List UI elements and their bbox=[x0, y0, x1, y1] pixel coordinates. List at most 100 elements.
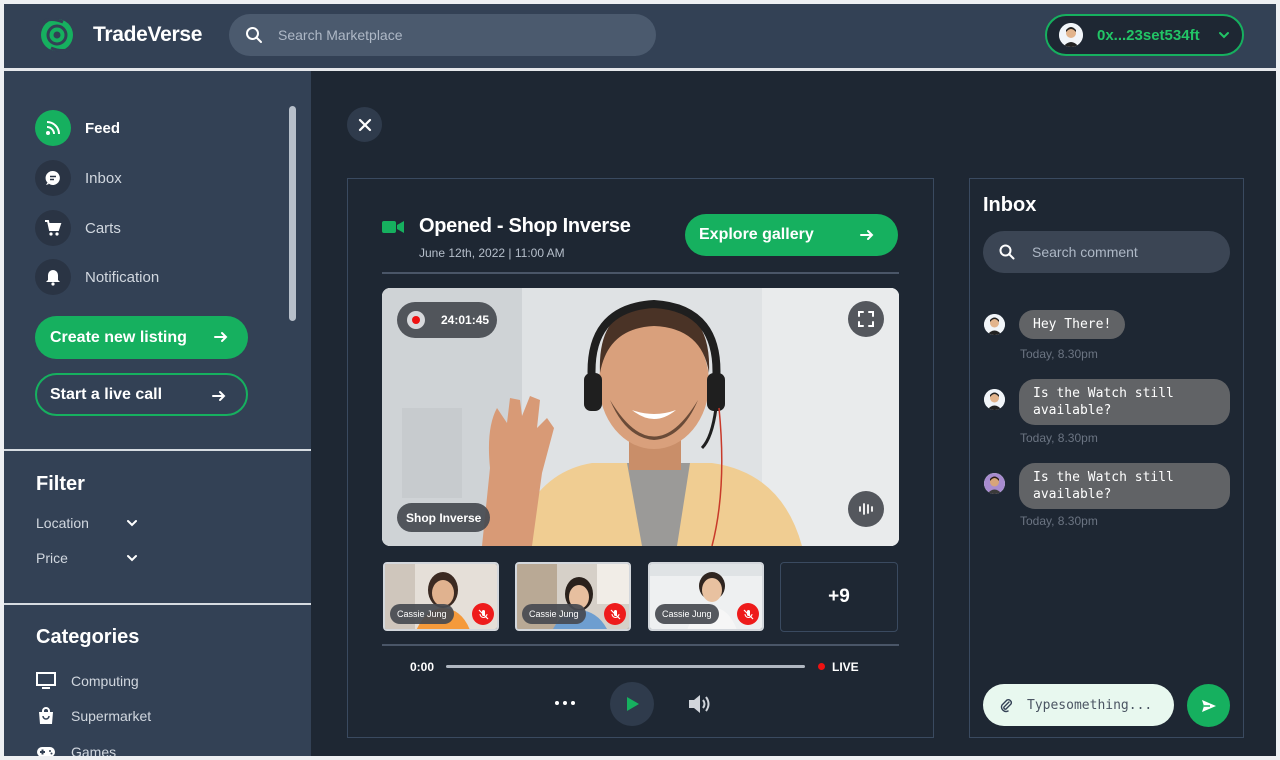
avatar bbox=[984, 389, 1005, 410]
category-computing[interactable]: Computing bbox=[36, 671, 139, 691]
play-button[interactable] bbox=[610, 682, 654, 726]
top-header: TradeVerse 0x...23set534ft bbox=[4, 4, 1276, 68]
participant-name: Cassie Jung bbox=[655, 604, 719, 624]
sidebar-divider bbox=[4, 449, 311, 451]
message-bubble: Is the Watch still available? bbox=[1019, 379, 1230, 425]
sidebar-divider bbox=[4, 603, 311, 605]
chat-icon bbox=[35, 160, 71, 196]
host-name-label: Shop Inverse bbox=[397, 503, 491, 532]
live-stream-panel: Opened - Shop Inverse June 12th, 2022 | … bbox=[347, 178, 934, 738]
message-input[interactable] bbox=[1027, 697, 1162, 713]
record-icon bbox=[407, 311, 425, 329]
sidebar: Feed Inbox Carts Notification Create new… bbox=[4, 71, 311, 756]
comment-search[interactable] bbox=[983, 231, 1230, 273]
panel-divider bbox=[382, 644, 899, 646]
filter-title: Filter bbox=[36, 473, 85, 495]
category-games[interactable]: Games bbox=[36, 742, 116, 756]
create-listing-label: Create new listing bbox=[50, 328, 187, 346]
message-bubble: Is the Watch still available? bbox=[1019, 463, 1230, 509]
chevron-down-icon bbox=[127, 520, 137, 527]
fullscreen-button[interactable] bbox=[848, 301, 884, 337]
wallet-dropdown[interactable]: 0x...23set534ft bbox=[1045, 14, 1244, 56]
explore-gallery-label: Explore gallery bbox=[699, 226, 814, 243]
stream-title: Opened - Shop Inverse bbox=[419, 215, 631, 237]
live-dot-icon bbox=[818, 663, 825, 670]
monitor-icon bbox=[36, 672, 56, 689]
filter-price[interactable]: Price bbox=[36, 550, 138, 566]
shopping-bag-icon bbox=[39, 707, 53, 724]
fullscreen-icon bbox=[858, 311, 874, 327]
sidebar-item-carts[interactable]: Carts bbox=[35, 210, 121, 246]
brand-name: TradeVerse bbox=[93, 23, 203, 46]
filter-label: Price bbox=[36, 550, 68, 566]
message-bubble: Hey There! bbox=[1019, 310, 1126, 339]
sidebar-item-label: Inbox bbox=[85, 169, 122, 187]
sidebar-item-notification[interactable]: Notification bbox=[35, 259, 159, 295]
sidebar-scrollbar[interactable] bbox=[289, 106, 296, 321]
message-time: Today, 8.30pm bbox=[1020, 431, 1098, 445]
audio-level-button[interactable] bbox=[848, 491, 884, 527]
paperclip-icon[interactable] bbox=[998, 697, 1014, 713]
search-icon bbox=[999, 244, 1015, 260]
sidebar-item-feed[interactable]: Feed bbox=[35, 110, 120, 146]
dot-icon bbox=[563, 701, 567, 705]
message-compose[interactable] bbox=[983, 684, 1174, 726]
mic-off-icon bbox=[604, 603, 626, 625]
more-participants-count: +9 bbox=[828, 586, 850, 607]
sidebar-item-inbox[interactable]: Inbox bbox=[35, 160, 122, 196]
send-icon bbox=[1201, 699, 1216, 712]
chevron-down-icon bbox=[127, 555, 137, 562]
arrow-right-icon bbox=[214, 332, 228, 342]
close-button[interactable] bbox=[347, 107, 382, 142]
stream-date: June 12th, 2022 | 11:00 AM bbox=[419, 246, 565, 260]
recording-indicator: 24:01:45 bbox=[397, 302, 497, 338]
participant-name: Cassie Jung bbox=[390, 604, 454, 624]
participant-tile[interactable]: Cassie Jung bbox=[648, 562, 764, 631]
play-icon bbox=[627, 697, 639, 711]
video-camera-icon bbox=[382, 221, 404, 233]
app-window: TradeVerse 0x...23set534ft Feed Inbo bbox=[4, 4, 1276, 756]
participant-name: Cassie Jung bbox=[522, 604, 586, 624]
live-label: LIVE bbox=[832, 660, 859, 674]
participant-tile[interactable]: Cassie Jung bbox=[515, 562, 631, 631]
close-icon bbox=[358, 118, 371, 131]
progress-bar[interactable] bbox=[446, 665, 805, 668]
sidebar-item-label: Notification bbox=[85, 268, 160, 286]
gamepad-icon bbox=[37, 747, 55, 756]
message-time: Today, 8.30pm bbox=[1020, 514, 1098, 528]
search-icon bbox=[246, 27, 262, 43]
search-input[interactable] bbox=[278, 27, 618, 43]
marketplace-search[interactable] bbox=[229, 14, 656, 56]
panel-divider bbox=[382, 272, 899, 274]
avatar bbox=[984, 314, 1005, 335]
filter-label: Location bbox=[36, 515, 89, 531]
rss-icon bbox=[35, 110, 71, 146]
brand-logo-icon[interactable] bbox=[35, 18, 79, 52]
main-video[interactable]: 24:01:45 Shop Inverse bbox=[382, 288, 899, 546]
create-listing-button[interactable]: Create new listing bbox=[35, 316, 248, 359]
audio-wave-icon bbox=[859, 503, 873, 515]
filter-location[interactable]: Location bbox=[36, 515, 138, 531]
more-participants-button[interactable]: +9 bbox=[780, 562, 898, 632]
inbox-panel: Inbox Hey There! Today, 8.30pm Is the Wa… bbox=[969, 178, 1244, 738]
participant-tile[interactable]: Cassie Jung bbox=[383, 562, 499, 631]
category-label: Computing bbox=[71, 673, 139, 689]
current-time: 0:00 bbox=[410, 660, 435, 674]
arrow-right-icon bbox=[860, 230, 874, 240]
user-avatar bbox=[1059, 23, 1083, 47]
start-live-call-button[interactable]: Start a live call bbox=[35, 373, 248, 416]
explore-gallery-button[interactable]: Explore gallery bbox=[685, 214, 898, 256]
bell-icon bbox=[35, 259, 71, 295]
categories-title: Categories bbox=[36, 626, 140, 648]
dot-icon bbox=[555, 701, 559, 705]
category-supermarket[interactable]: Supermarket bbox=[36, 706, 151, 726]
inbox-title: Inbox bbox=[983, 194, 1037, 216]
volume-icon bbox=[689, 695, 710, 713]
sidebar-item-label: Feed bbox=[85, 119, 121, 137]
send-button[interactable] bbox=[1187, 684, 1230, 727]
more-options-button[interactable] bbox=[551, 689, 579, 717]
category-label: Games bbox=[71, 744, 117, 756]
sidebar-item-label: Carts bbox=[85, 219, 121, 237]
volume-button[interactable] bbox=[686, 690, 714, 718]
comment-search-input[interactable] bbox=[1032, 244, 1212, 260]
